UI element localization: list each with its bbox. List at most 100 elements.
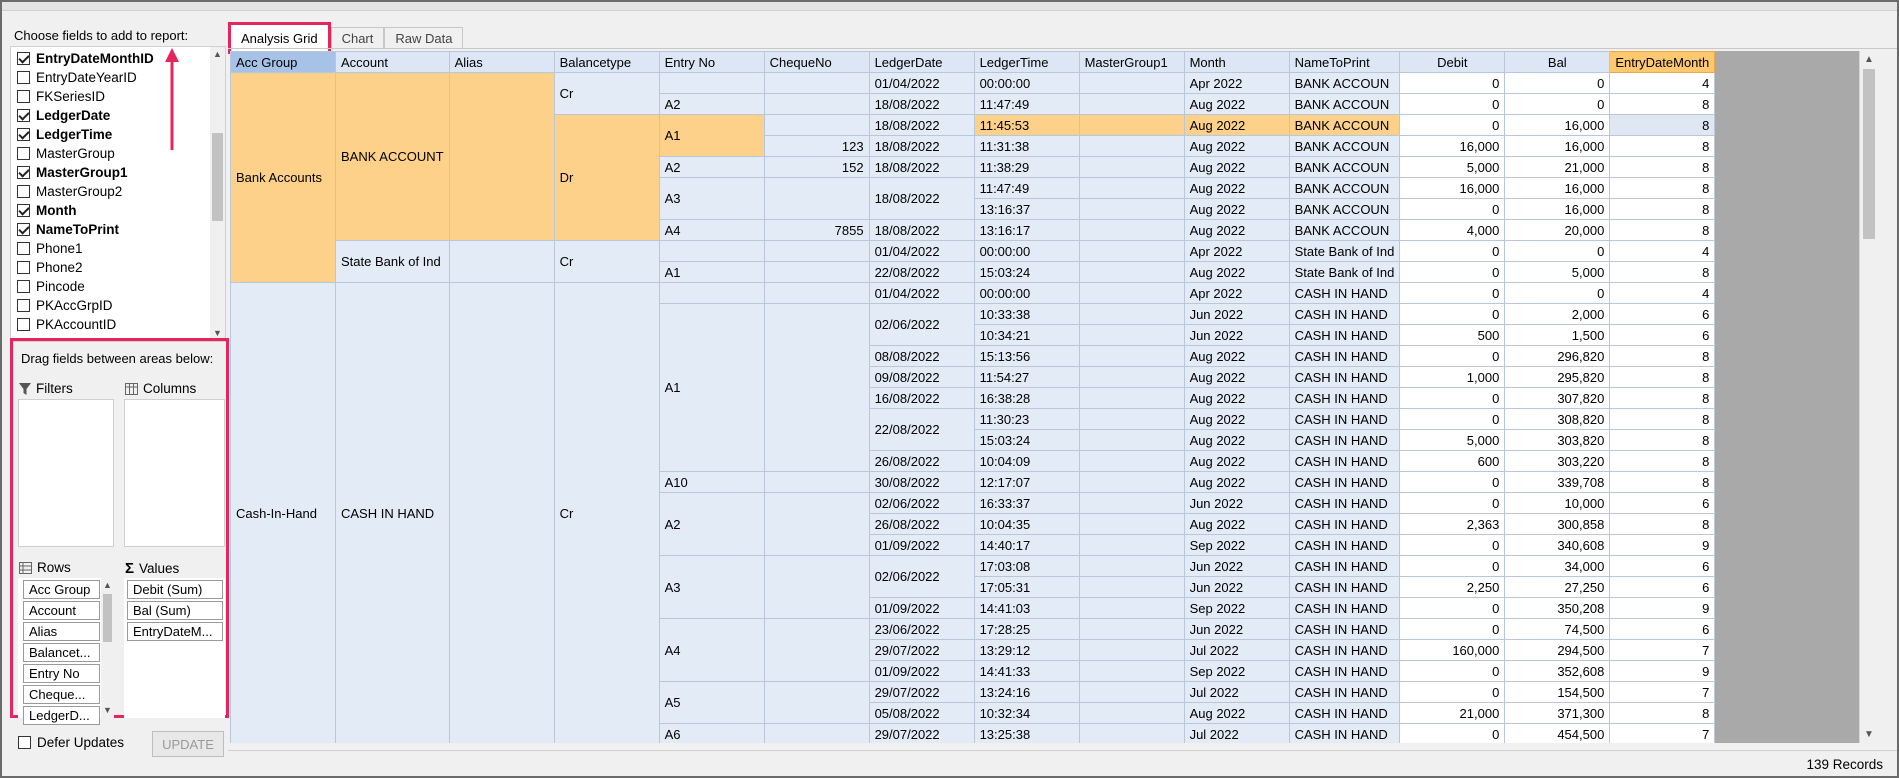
column-header[interactable]: Acc Group (230, 51, 336, 73)
ledger-date-cell[interactable]: 18/08/2022 (868, 156, 975, 178)
value-field-chip[interactable]: Bal (Sum) (127, 601, 223, 620)
debit-cell[interactable]: 0 (1399, 282, 1506, 304)
row-field-chip[interactable]: Cheque... (23, 685, 100, 704)
entry-no-cell[interactable]: A6 (658, 723, 765, 743)
ledger-time-cell[interactable]: 15:13:56 (973, 345, 1080, 367)
bal-cell[interactable]: 154,500 (1504, 681, 1611, 703)
row-field-chip[interactable]: Balancet... (23, 643, 100, 662)
ledger-time-cell[interactable]: 11:30:23 (973, 408, 1080, 430)
bal-cell[interactable]: 34,000 (1504, 555, 1611, 577)
bal-cell[interactable]: 350,208 (1504, 597, 1611, 619)
acc-group-cell[interactable]: Bank Accounts (230, 72, 336, 283)
column-header[interactable]: MasterGroup1 (1078, 51, 1185, 73)
edm-cell[interactable]: 6 (1609, 324, 1716, 346)
field-item[interactable]: Pincode (17, 277, 85, 296)
master-group1-cell[interactable] (1078, 555, 1185, 577)
month-cell[interactable]: Apr 2022 (1183, 72, 1290, 94)
entry-no-cell[interactable]: A4 (658, 618, 765, 682)
ledger-date-cell[interactable]: 22/08/2022 (868, 261, 975, 283)
field-list[interactable]: ▲ ▼ EntryDateMonthID EntryDateYearID FKSer… (10, 46, 226, 342)
cheque-no-cell[interactable] (763, 72, 870, 94)
row-field-chip[interactable]: Alias (23, 622, 100, 641)
bal-cell[interactable]: 0 (1504, 72, 1611, 94)
column-header[interactable]: LedgerDate (868, 51, 975, 73)
acc-group-cell[interactable]: Cash-In-Hand (230, 282, 336, 743)
bal-cell[interactable]: 303,820 (1504, 429, 1611, 451)
cheque-no-cell[interactable] (763, 261, 870, 283)
master-group1-cell[interactable] (1078, 219, 1185, 241)
name-to-print-cell[interactable]: CASH IN HAND (1288, 618, 1401, 640)
edm-cell[interactable]: 6 (1609, 576, 1716, 598)
debit-cell[interactable]: 1,000 (1399, 366, 1506, 388)
account-cell[interactable]: CASH IN HAND (335, 282, 450, 743)
edm-cell[interactable]: 8 (1609, 93, 1716, 115)
edm-cell[interactable]: 8 (1609, 219, 1716, 241)
edm-cell[interactable]: 4 (1609, 282, 1716, 304)
master-group1-cell[interactable] (1078, 618, 1185, 640)
debit-cell[interactable]: 0 (1399, 723, 1506, 743)
debit-cell[interactable]: 0 (1399, 114, 1506, 136)
edm-cell[interactable]: 7 (1609, 681, 1716, 703)
bal-cell[interactable]: 27,250 (1504, 576, 1611, 598)
debit-cell[interactable]: 0 (1399, 72, 1506, 94)
edm-cell[interactable]: 4 (1609, 240, 1716, 262)
bal-cell[interactable]: 307,820 (1504, 387, 1611, 409)
month-cell[interactable]: Jun 2022 (1183, 555, 1290, 577)
bal-cell[interactable]: 300,858 (1504, 513, 1611, 535)
name-to-print-cell[interactable]: BANK ACCOUN (1288, 177, 1401, 199)
field-item[interactable]: FKSeriesID (17, 87, 105, 106)
ledger-date-cell[interactable]: 02/06/2022 (868, 555, 975, 598)
month-cell[interactable]: Aug 2022 (1183, 429, 1290, 451)
ledger-time-cell[interactable]: 17:03:08 (973, 555, 1080, 577)
name-to-print-cell[interactable]: BANK ACCOUN (1288, 156, 1401, 178)
name-to-print-cell[interactable]: CASH IN HAND (1288, 576, 1401, 598)
rows-area-scrollbar[interactable]: ▲ ▼ (101, 578, 114, 718)
name-to-print-cell[interactable]: CASH IN HAND (1288, 681, 1401, 703)
debit-cell[interactable]: 0 (1399, 471, 1506, 493)
ledger-time-cell[interactable]: 11:47:49 (973, 93, 1080, 115)
master-group1-cell[interactable] (1078, 198, 1185, 220)
name-to-print-cell[interactable]: CASH IN HAND (1288, 450, 1401, 472)
field-checkbox[interactable] (17, 261, 30, 274)
alias-cell[interactable] (448, 240, 555, 283)
month-cell[interactable]: Sep 2022 (1183, 597, 1290, 619)
values-area[interactable]: Debit (Sum) Bal (Sum) EntryDateM... (124, 578, 225, 718)
balancetype-cell[interactable]: Dr (553, 114, 660, 241)
edm-cell[interactable]: 6 (1609, 618, 1716, 640)
tab-raw-data[interactable]: Raw Data (384, 27, 464, 48)
debit-cell[interactable]: 0 (1399, 303, 1506, 325)
scroll-down-icon[interactable]: ▼ (1860, 726, 1877, 743)
ledger-date-cell[interactable]: 18/08/2022 (868, 177, 975, 220)
edm-cell[interactable]: 7 (1609, 723, 1716, 743)
master-group1-cell[interactable] (1078, 303, 1185, 325)
month-cell[interactable]: Aug 2022 (1183, 261, 1290, 283)
debit-cell[interactable]: 21,000 (1399, 702, 1506, 724)
master-group1-cell[interactable] (1078, 240, 1185, 262)
month-cell[interactable]: Apr 2022 (1183, 240, 1290, 262)
master-group1-cell[interactable] (1078, 702, 1185, 724)
ledger-time-cell[interactable]: 11:45:53 (973, 114, 1080, 136)
ledger-date-cell[interactable]: 01/09/2022 (868, 597, 975, 619)
debit-cell[interactable]: 2,250 (1399, 576, 1506, 598)
field-item[interactable]: Phone1 (17, 239, 83, 258)
ledger-date-cell[interactable]: 08/08/2022 (868, 345, 975, 367)
ledger-time-cell[interactable]: 11:47:49 (973, 177, 1080, 199)
bal-cell[interactable]: 5,000 (1504, 261, 1611, 283)
account-cell[interactable]: BANK ACCOUNT (335, 72, 450, 241)
name-to-print-cell[interactable]: CASH IN HAND (1288, 492, 1401, 514)
field-checkbox[interactable] (17, 166, 30, 179)
field-item[interactable]: EntryDateYearID (17, 68, 137, 87)
edm-cell[interactable]: 8 (1609, 429, 1716, 451)
bal-cell[interactable]: 294,500 (1504, 639, 1611, 661)
debit-cell[interactable]: 0 (1399, 408, 1506, 430)
ledger-time-cell[interactable]: 15:03:24 (973, 429, 1080, 451)
field-checkbox[interactable] (17, 299, 30, 312)
cheque-no-cell[interactable] (763, 471, 870, 493)
month-cell[interactable]: Sep 2022 (1183, 534, 1290, 556)
field-item[interactable]: EntryDateMonthID (17, 49, 154, 68)
edm-cell[interactable]: 9 (1609, 660, 1716, 682)
alias-cell[interactable] (448, 72, 555, 241)
debit-cell[interactable]: 2,363 (1399, 513, 1506, 535)
master-group1-cell[interactable] (1078, 597, 1185, 619)
master-group1-cell[interactable] (1078, 93, 1185, 115)
